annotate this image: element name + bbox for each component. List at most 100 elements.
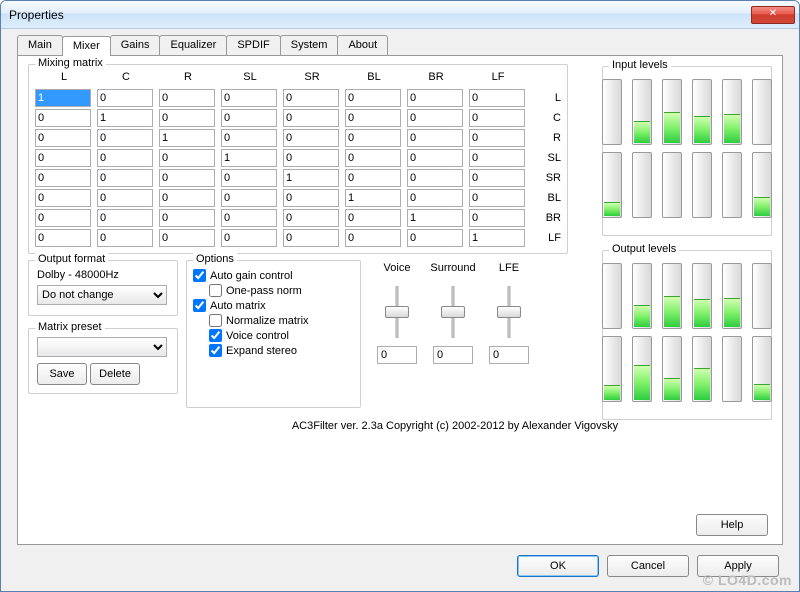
matrix-cell[interactable]: [407, 189, 463, 207]
matrix-cell[interactable]: [97, 189, 153, 207]
help-button[interactable]: Help: [696, 514, 768, 536]
checkbox-auto-matrix[interactable]: [193, 299, 206, 312]
matrix-cell[interactable]: [469, 229, 525, 247]
delete-button[interactable]: Delete: [90, 363, 140, 385]
matrix-cell[interactable]: [407, 89, 463, 107]
matrix-cell[interactable]: [345, 169, 401, 187]
matrix-cell[interactable]: [97, 229, 153, 247]
matrix-cell[interactable]: [221, 89, 277, 107]
matrix-cell[interactable]: [283, 129, 339, 147]
matrix-cell[interactable]: [221, 189, 277, 207]
matrix-row-BL: BL: [531, 192, 561, 204]
matrix-cell[interactable]: [283, 189, 339, 207]
matrix-cell[interactable]: [221, 229, 277, 247]
tab-equalizer[interactable]: Equalizer: [159, 35, 227, 55]
slider-label-surround: Surround: [430, 262, 475, 278]
matrix-cell[interactable]: [407, 129, 463, 147]
cancel-button[interactable]: Cancel: [607, 555, 689, 577]
checkbox-voice-ctrl[interactable]: [209, 329, 222, 342]
matrix-cell[interactable]: [35, 129, 91, 147]
matrix-row-LF: LF: [531, 232, 561, 244]
matrix-cell[interactable]: [469, 129, 525, 147]
matrix-cell[interactable]: [221, 129, 277, 147]
tab-spdif[interactable]: SPDIF: [226, 35, 280, 55]
matrix-cell[interactable]: [345, 109, 401, 127]
matrix-cell[interactable]: [35, 149, 91, 167]
matrix-cell[interactable]: [407, 209, 463, 227]
matrix-cell[interactable]: [469, 209, 525, 227]
matrix-cell[interactable]: [159, 189, 215, 207]
matrix-cell[interactable]: [97, 149, 153, 167]
surround-value[interactable]: [433, 346, 473, 364]
matrix-cell[interactable]: [283, 109, 339, 127]
matrix-cell[interactable]: [283, 229, 339, 247]
matrix-cell[interactable]: [35, 189, 91, 207]
lfe-slider[interactable]: [494, 282, 524, 342]
apply-button[interactable]: Apply: [697, 555, 779, 577]
tab-gains[interactable]: Gains: [110, 35, 161, 55]
matrix-cell[interactable]: [159, 149, 215, 167]
matrix-cell[interactable]: [97, 209, 153, 227]
matrix-cell[interactable]: [35, 229, 91, 247]
matrix-cell[interactable]: [221, 149, 277, 167]
matrix-cell[interactable]: [283, 209, 339, 227]
voice-value[interactable]: [377, 346, 417, 364]
matrix-cell[interactable]: [345, 89, 401, 107]
matrix-cell[interactable]: [283, 169, 339, 187]
matrix-cell[interactable]: [345, 189, 401, 207]
matrix-cell[interactable]: [469, 169, 525, 187]
checkbox-auto-gain[interactable]: [193, 269, 206, 282]
matrix-cell[interactable]: [345, 209, 401, 227]
matrix-cell[interactable]: [345, 229, 401, 247]
matrix-cell[interactable]: [97, 109, 153, 127]
voice-slider[interactable]: [382, 282, 412, 342]
matrix-preset-select[interactable]: [37, 337, 167, 357]
matrix-cell[interactable]: [35, 89, 91, 107]
save-button[interactable]: Save: [37, 363, 87, 385]
matrix-cell[interactable]: [221, 209, 277, 227]
matrix-cell[interactable]: [221, 169, 277, 187]
matrix-cell[interactable]: [469, 109, 525, 127]
matrix-cell[interactable]: [159, 89, 215, 107]
matrix-cell[interactable]: [159, 129, 215, 147]
matrix-cell[interactable]: [159, 229, 215, 247]
titlebar: Properties ✕: [1, 1, 799, 29]
options-group: Options Auto gain controlOne-pass normAu…: [186, 260, 361, 408]
tab-main[interactable]: Main: [17, 35, 63, 55]
matrix-cell[interactable]: [283, 89, 339, 107]
tab-about[interactable]: About: [337, 35, 388, 55]
output-format-select[interactable]: Do not change: [37, 285, 167, 305]
surround-slider[interactable]: [438, 282, 468, 342]
matrix-cell[interactable]: [407, 109, 463, 127]
matrix-cell[interactable]: [35, 169, 91, 187]
matrix-cell[interactable]: [469, 89, 525, 107]
matrix-cell[interactable]: [97, 89, 153, 107]
matrix-cell[interactable]: [469, 149, 525, 167]
tab-system[interactable]: System: [280, 35, 339, 55]
matrix-cell[interactable]: [97, 129, 153, 147]
matrix-cell[interactable]: [345, 129, 401, 147]
matrix-cell[interactable]: [407, 229, 463, 247]
checkbox-one-pass[interactable]: [209, 284, 222, 297]
matrix-cell[interactable]: [221, 109, 277, 127]
slider-label-voice: Voice: [384, 262, 411, 278]
tab-mixer[interactable]: Mixer: [62, 36, 111, 56]
matrix-cell[interactable]: [345, 149, 401, 167]
matrix-cell[interactable]: [159, 109, 215, 127]
checkbox-normalize[interactable]: [209, 314, 222, 327]
option-label: Expand stereo: [226, 345, 297, 357]
matrix-cell[interactable]: [35, 209, 91, 227]
matrix-cell[interactable]: [35, 109, 91, 127]
matrix-cell[interactable]: [283, 149, 339, 167]
matrix-cell[interactable]: [159, 169, 215, 187]
matrix-cell[interactable]: [159, 209, 215, 227]
option-voice-ctrl: Voice control: [193, 329, 354, 342]
lfe-value[interactable]: [489, 346, 529, 364]
close-button[interactable]: ✕: [751, 6, 795, 24]
matrix-cell[interactable]: [407, 169, 463, 187]
matrix-cell[interactable]: [469, 189, 525, 207]
ok-button[interactable]: OK: [517, 555, 599, 577]
matrix-cell[interactable]: [97, 169, 153, 187]
matrix-cell[interactable]: [407, 149, 463, 167]
checkbox-expand-stereo[interactable]: [209, 344, 222, 357]
